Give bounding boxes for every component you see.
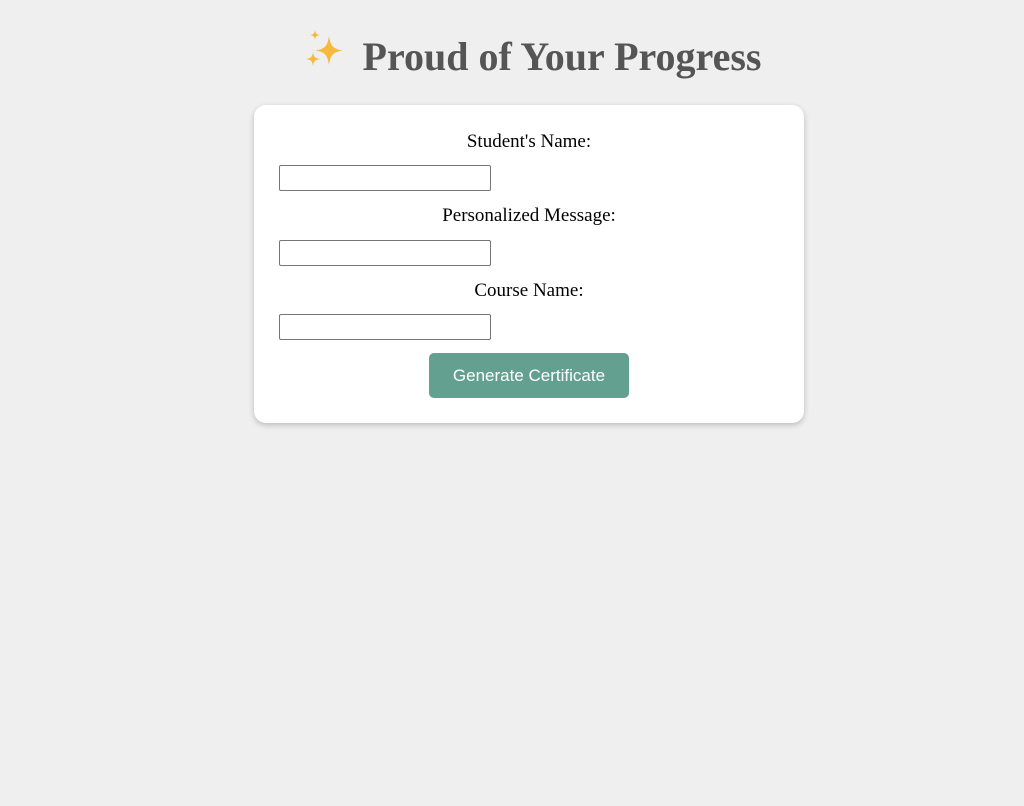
personalized-message-label: Personalized Message: (442, 205, 616, 226)
student-name-input[interactable] (279, 165, 491, 191)
sparkles-icon (305, 30, 343, 66)
course-name-label: Course Name: (474, 280, 584, 301)
certificate-form-card: Student's Name: Personalized Message: Co… (254, 105, 804, 423)
page-title-text: Proud of Your Progress (362, 34, 762, 79)
generate-certificate-button[interactable]: Generate Certificate (429, 353, 629, 398)
personalized-message-input[interactable] (279, 240, 491, 266)
student-name-label: Student's Name: (466, 131, 592, 152)
page-title: Proud of Your Progress (0, 28, 1024, 83)
course-name-input[interactable] (279, 314, 491, 340)
